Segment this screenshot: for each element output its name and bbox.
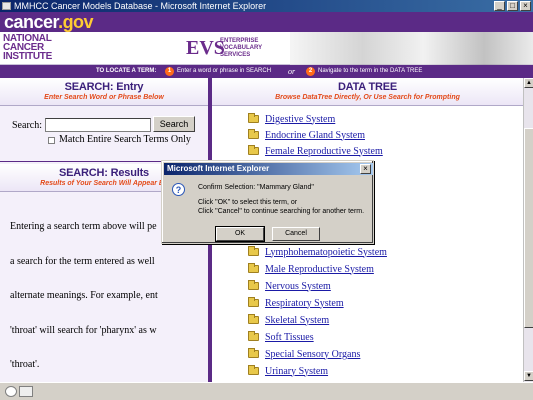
dialog-cancel-instruction: Click "Cancel" to continue searching for…: [198, 208, 365, 215]
evs-sub-line: VOCABULARY: [220, 45, 263, 51]
data-tree-scrollbar[interactable]: ▲ ▼: [523, 78, 533, 382]
heading-entry: Entry: [116, 81, 144, 93]
folder-icon: [248, 297, 259, 307]
help-line: 'throat' will search for 'pharynx' as w: [10, 324, 157, 336]
instruction-step-2: Navigate to the term in the DATA TREE: [318, 68, 423, 74]
tree-item-urinary-system[interactable]: Urinary System: [248, 364, 328, 378]
tree-item-label[interactable]: Digestive System: [265, 114, 335, 125]
dialog-close-button[interactable]: ×: [360, 164, 371, 174]
help-line: a search for the term entered as well: [10, 255, 155, 267]
tree-item-label[interactable]: Soft Tissues: [265, 332, 314, 343]
dialog-ok-instruction: Click "OK" to select this term, or: [198, 199, 298, 206]
step-1-badge: 1: [165, 67, 174, 76]
folder-icon: [248, 246, 259, 256]
tree-item-label[interactable]: Lymphohematopoietic System: [265, 247, 387, 258]
instruction-bar: TO LOCATE A TERM: 1 Enter a word or phra…: [0, 65, 533, 78]
folder-icon: [248, 263, 259, 273]
search-entry-header: SEARCH: Entry Enter Search Word or Phras…: [0, 78, 208, 106]
data-tree-subheading: Browse DataTree Directly, Or Use Search …: [275, 94, 460, 101]
folder-icon: [248, 348, 259, 358]
cancer-gov-banner: cancer.gov: [0, 12, 533, 32]
evs-subtitle: ENTERPRISE VOCABULARY SERVICES: [220, 38, 286, 59]
tree-item-female-reproductive-system[interactable]: Female Reproductive System: [248, 144, 383, 158]
data-tree-heading: DATA TREE: [337, 81, 398, 93]
page-status-icon: [5, 386, 17, 397]
heading-search: SEARCH:: [64, 81, 114, 93]
window-controls: _ □ ×: [494, 1, 531, 11]
search-label: Search:: [12, 120, 42, 131]
folder-icon: [248, 113, 259, 123]
nci-logo[interactable]: NATIONAL CANCER INSTITUTE: [3, 34, 73, 62]
zone-icon: [19, 386, 33, 397]
browser-status-bar: [0, 382, 533, 400]
evs-sub-line: ENTERPRISE: [220, 38, 259, 44]
tree-item-nervous-system[interactable]: Nervous System: [248, 279, 331, 293]
help-line: 'throat'.: [10, 359, 40, 370]
folder-icon: [248, 314, 259, 324]
cancer-gov-logo[interactable]: cancer.gov: [4, 12, 94, 32]
close-window-button[interactable]: ×: [520, 1, 531, 11]
tree-item-label[interactable]: Urinary System: [265, 366, 328, 377]
dialog-title: Microsoft Internet Explorer: [167, 164, 270, 173]
tree-item-lymphohematopoietic-system[interactable]: Lymphohematopoietic System: [248, 245, 387, 259]
tree-item-label[interactable]: Female Reproductive System: [265, 146, 383, 157]
folder-icon: [248, 145, 259, 155]
search-entry-subheading: Enter Search Word or Phrase Below: [44, 94, 164, 101]
dialog-message: Confirm Selection: "Mammary Gland" Click…: [198, 183, 373, 216]
page-header: NATIONAL CANCER INSTITUTE EVS ENTERPRISE…: [0, 32, 533, 65]
tree-item-label[interactable]: Nervous System: [265, 281, 331, 292]
window-titlebar: MMHCC Cancer Models Database - Microsoft…: [0, 0, 533, 12]
match-entire-label[interactable]: Match Entire Search Terms Only: [59, 134, 191, 145]
search-input[interactable]: [45, 118, 151, 132]
help-line: alternate meanings. For example, ent: [10, 290, 158, 301]
dialog-cancel-button[interactable]: Cancel: [272, 227, 320, 241]
dialog-ok-button[interactable]: OK: [215, 226, 265, 242]
question-icon: ?: [172, 183, 185, 196]
match-entire-checkbox[interactable]: [48, 137, 55, 144]
heading-results: Results: [110, 167, 150, 179]
scroll-down-button[interactable]: ▼: [524, 371, 533, 381]
tree-item-male-reproductive-system[interactable]: Male Reproductive System: [248, 262, 374, 276]
search-entry-heading: SEARCH: Entry: [0, 78, 208, 93]
tree-item-label[interactable]: Respiratory System: [265, 298, 344, 309]
folder-icon: [248, 280, 259, 290]
tree-item-soft-tissues[interactable]: Soft Tissues: [248, 330, 314, 344]
step-2-badge: 2: [306, 67, 315, 76]
confirm-dialog: Microsoft Internet Explorer × ? Confirm …: [161, 160, 374, 244]
tree-item-label[interactable]: Skeletal System: [265, 315, 329, 326]
minimize-button[interactable]: _: [494, 1, 505, 11]
search-button[interactable]: Search: [153, 116, 195, 132]
ie-icon: [2, 2, 11, 10]
tree-item-label[interactable]: Male Reproductive System: [265, 264, 374, 275]
instruction-or: or: [288, 67, 296, 76]
tree-item-skeletal-system[interactable]: Skeletal System: [248, 313, 329, 327]
evs-logo[interactable]: EVS ENTERPRISE VOCABULARY SERVICES: [186, 36, 286, 60]
instruction-step-1: Enter a word or phrase in SEARCH: [177, 68, 272, 74]
header-photo-strip: [290, 32, 533, 65]
tree-item-label[interactable]: Special Sensory Organs: [265, 349, 360, 360]
heading-search: SEARCH:: [59, 167, 108, 179]
data-tree-header: DATA TREE Browse DataTree Directly, Or U…: [212, 78, 523, 106]
nci-logo-line: INSTITUTE: [3, 51, 52, 62]
evs-sub-line: SERVICES: [220, 52, 251, 58]
tree-item-respiratory-system[interactable]: Respiratory System: [248, 296, 344, 310]
folder-icon: [248, 129, 259, 139]
tree-item-label[interactable]: Endocrine Gland System: [265, 130, 365, 141]
tree-item-endocrine-gland-system[interactable]: Endocrine Gland System: [248, 128, 365, 142]
folder-icon: [248, 365, 259, 375]
tree-item-digestive-system[interactable]: Digestive System: [248, 112, 335, 126]
logo-name: cancer: [4, 12, 59, 32]
logo-dot: .gov: [58, 12, 94, 32]
scroll-thumb[interactable]: [524, 128, 533, 328]
dialog-confirm-line: Confirm Selection: "Mammary Gland": [198, 184, 314, 191]
instruction-prefix: TO LOCATE A TERM:: [96, 68, 157, 74]
maximize-button[interactable]: □: [507, 1, 518, 11]
dialog-titlebar[interactable]: Microsoft Internet Explorer ×: [164, 163, 373, 175]
search-entry-panel: SEARCH: Entry Enter Search Word or Phras…: [0, 78, 208, 162]
tree-item-special-sensory-organs[interactable]: Special Sensory Organs: [248, 347, 360, 361]
scroll-up-button[interactable]: ▲: [524, 78, 533, 88]
window-title: MMHCC Cancer Models Database - Microsoft…: [14, 1, 267, 11]
folder-icon: [248, 331, 259, 341]
